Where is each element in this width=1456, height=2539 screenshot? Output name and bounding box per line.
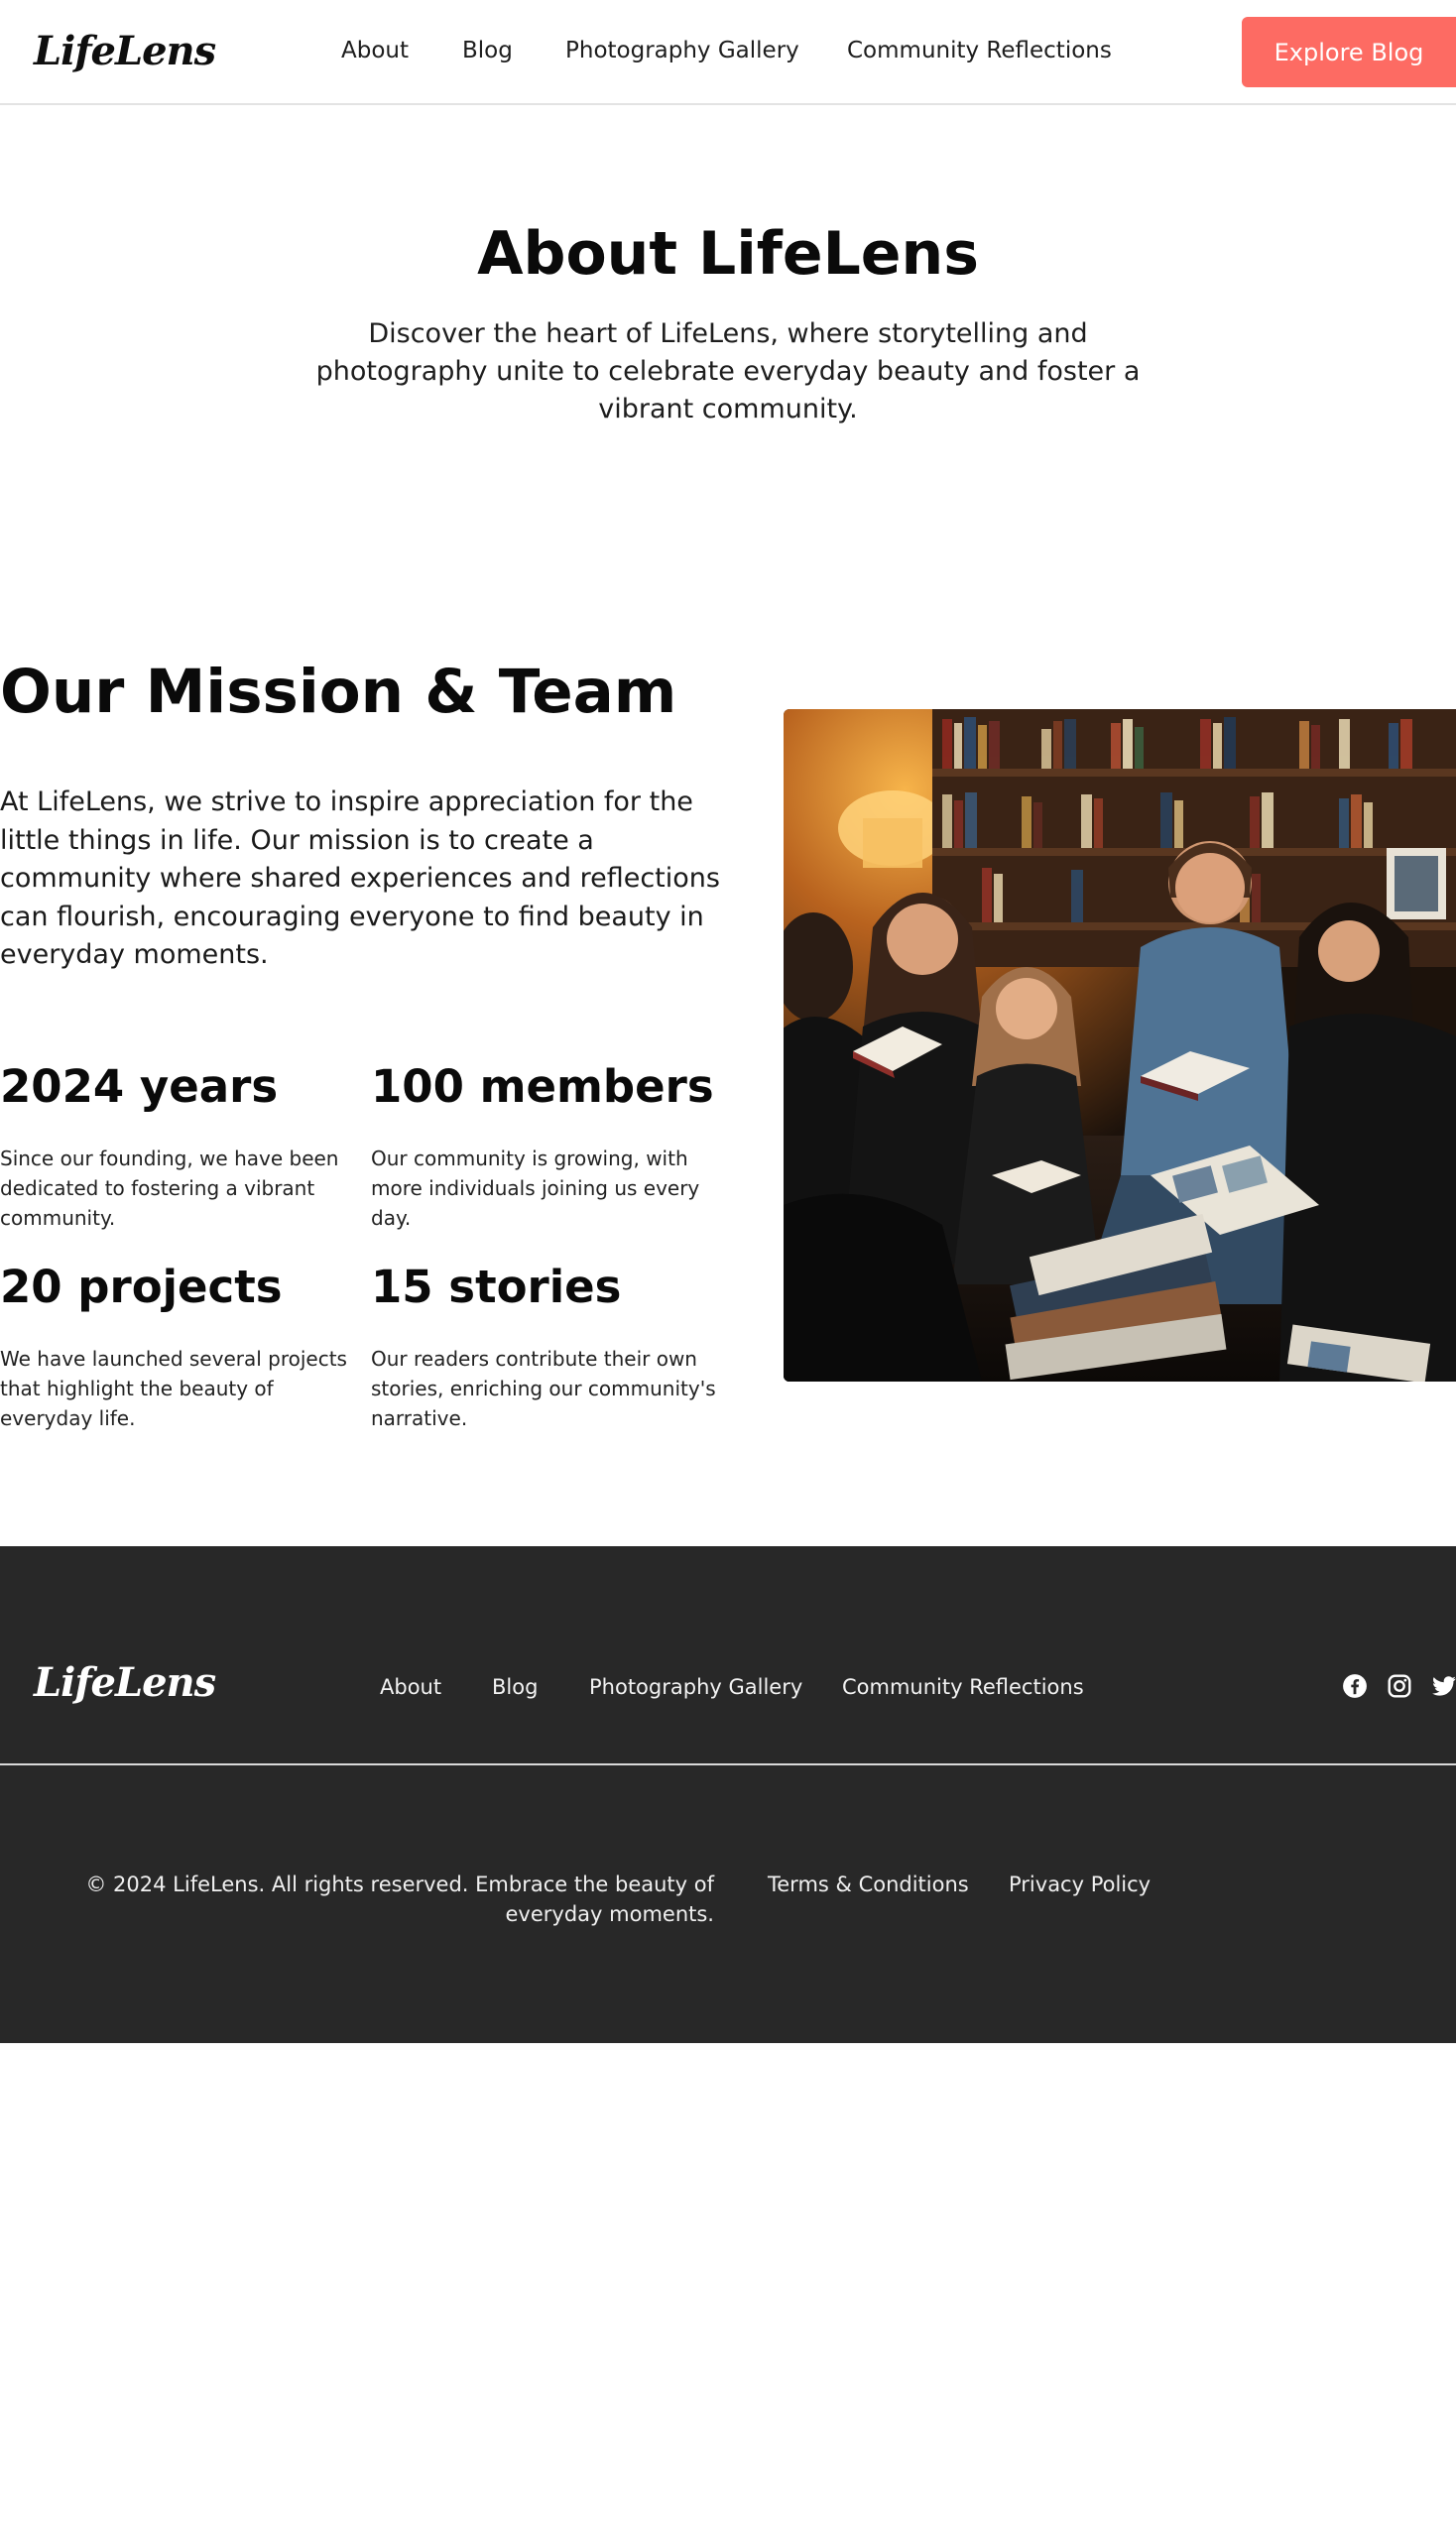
nav-photography-gallery[interactable]: Photography Gallery — [565, 36, 799, 65]
stat-members-value: 100 members — [371, 1060, 714, 1113]
mission-text: At LifeLens, we strive to inspire apprec… — [0, 786, 720, 970]
privacy-link[interactable]: Privacy Policy — [1009, 1870, 1151, 1899]
facebook-icon[interactable] — [1342, 1673, 1368, 1699]
stat-projects-desc: We have launched several projects that h… — [0, 1347, 347, 1430]
nav-community-reflections[interactable]: Community Reflections — [847, 36, 1112, 65]
stat-years-value: 2024 years — [0, 1060, 279, 1113]
instagram-icon[interactable] — [1387, 1673, 1412, 1699]
footer-nav-photography-gallery[interactable]: Photography Gallery — [589, 1673, 802, 1701]
footer-nav-about[interactable]: About — [380, 1673, 441, 1701]
facebook-icon-glyph — [1343, 1674, 1367, 1698]
instagram-icon-glyph — [1388, 1674, 1411, 1698]
team-photo — [784, 709, 1456, 1382]
nav-about[interactable]: About — [341, 36, 409, 65]
twitter-icon-glyph — [1432, 1676, 1456, 1696]
stat-projects-value: 20 projects — [0, 1261, 283, 1313]
mission-heading: Our Mission & Team — [0, 657, 677, 727]
page-subtitle: Discover the heart of LifeLens, where st… — [315, 318, 1141, 424]
stat-stories-value: 15 stories — [371, 1261, 622, 1313]
footer-nav-community-reflections[interactable]: Community Reflections — [842, 1673, 1084, 1701]
team-photo-illustration — [784, 709, 1456, 1382]
footer-divider — [0, 1763, 1456, 1765]
twitter-icon[interactable] — [1431, 1673, 1456, 1699]
nav-blog[interactable]: Blog — [462, 36, 513, 65]
stat-stories-desc: Our readers contribute their own stories… — [371, 1347, 716, 1430]
stat-members-desc: Our community is growing, with more indi… — [371, 1147, 700, 1230]
stat-years-desc: Since our founding, we have been dedicat… — [0, 1147, 339, 1230]
terms-link[interactable]: Terms & Conditions — [768, 1870, 969, 1899]
site-footer: LifeLens About Blog Photography Gallery … — [0, 1546, 1456, 2043]
page-title: About LifeLens — [477, 219, 979, 289]
site-logo[interactable]: LifeLens — [34, 32, 216, 71]
explore-blog-button[interactable]: Explore Blog — [1242, 17, 1456, 87]
footer-nav-blog[interactable]: Blog — [492, 1673, 538, 1701]
copyright-text: © 2024 LifeLens. All rights reserved. Em… — [85, 1873, 714, 1926]
site-header: LifeLens About Blog Photography Gallery … — [0, 0, 1456, 105]
footer-logo[interactable]: LifeLens — [34, 1663, 216, 1703]
